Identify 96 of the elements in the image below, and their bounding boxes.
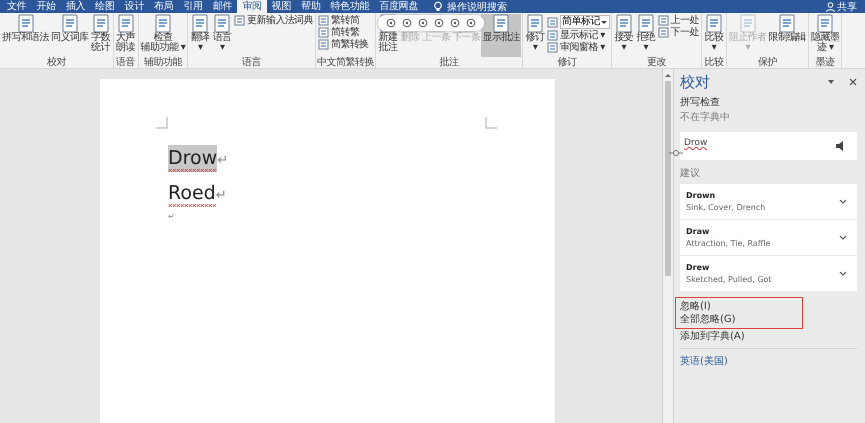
ribbon-button[interactable]: 修订 ▾	[524, 14, 546, 57]
group-label: 墨迹	[814, 57, 836, 68]
action-link[interactable]: 添加到字典(A)	[680, 331, 745, 342]
ribbon-button[interactable]: 上一处	[656, 15, 700, 26]
circle-icon	[466, 18, 476, 28]
suggestion-item[interactable]: Draw Attraction, Tie, Raffle	[680, 220, 857, 255]
group-label: 保护	[756, 57, 778, 68]
share-button[interactable]: 共享	[818, 0, 865, 14]
action-link[interactable]: 忽略(I)	[680, 301, 711, 312]
ribbon-tab[interactable]: 百度网盘	[374, 0, 424, 13]
language-link[interactable]: 英语(美国)	[680, 354, 728, 368]
pane-title: 校对	[680, 72, 711, 92]
section-title: 拼写检查	[680, 96, 721, 109]
markup-dropdown[interactable]: 简单标记	[560, 15, 610, 29]
ribbon-button[interactable]: 繁转简	[317, 15, 370, 26]
ribbon-button[interactable]: 同义词库	[50, 14, 90, 57]
ribbon-tab[interactable]: 设计	[120, 0, 150, 13]
margin-corner-icon	[156, 117, 168, 129]
document-icon	[547, 42, 558, 53]
suggestion-item[interactable]: Drew Sketched, Pulled, Got	[680, 256, 857, 291]
document-icon	[318, 39, 330, 50]
ribbon-tab[interactable]: 帮助	[296, 0, 326, 13]
ribbon-button[interactable]: 更新输入法词典	[233, 15, 314, 26]
document-icon	[738, 14, 758, 33]
ribbon-button[interactable]: 翻译 ▾	[189, 14, 212, 57]
ribbon-button[interactable]: 简繁转换	[317, 39, 370, 50]
dropdown-caret-icon	[827, 78, 835, 86]
document-icon	[547, 30, 558, 41]
ribbon-button[interactable]: 下一处	[656, 27, 700, 38]
ribbon-tab[interactable]: 开始	[31, 0, 61, 13]
ribbon-tab[interactable]: 视图	[266, 0, 296, 13]
ribbon-button[interactable]: 拼写和语法	[1, 14, 50, 57]
document-icon	[318, 27, 330, 38]
ribbon-button[interactable]: 大声 朗读	[114, 14, 137, 57]
margin-corner-icon	[485, 117, 497, 129]
group-label: 修订	[556, 57, 578, 68]
ribbon-button[interactable]: 显示批注	[481, 14, 522, 57]
document-text[interactable]: Drow	[168, 145, 218, 172]
chevron-down-icon	[839, 234, 847, 240]
ribbon-button[interactable]: 拒绝 ▾	[634, 14, 657, 57]
circle-icon	[386, 18, 396, 28]
suggestions-label: 建议	[680, 166, 701, 180]
ribbon-button[interactable]: 显示标记 ▾	[546, 30, 610, 41]
scrollbar[interactable]	[662, 69, 673, 423]
action-link[interactable]: 全部忽略(G)	[680, 314, 736, 325]
chevron-down-icon	[839, 198, 847, 204]
group-label: 语音	[115, 57, 136, 68]
ribbon-button[interactable]: 审阅窗格 ▾	[546, 42, 610, 53]
suggestion-word: Draw	[686, 227, 710, 236]
ribbon-tab[interactable]: 审阅	[237, 0, 267, 13]
ribbon-button[interactable]: 隐藏墨 迹 ▾	[810, 14, 840, 57]
ribbon-button[interactable]: 语言 ▾	[211, 14, 234, 57]
ribbon-tab[interactable]: 布局	[149, 0, 178, 13]
paragraph-mark: ↵	[216, 188, 227, 205]
suggestion-item[interactable]: Drown Sink, Cover, Drench	[680, 184, 857, 219]
circle-icon	[402, 18, 412, 28]
tell-me-search[interactable]: 操作说明搜索	[447, 0, 508, 14]
ribbon-tab[interactable]: 特色功能	[325, 0, 374, 13]
circle-icon	[418, 18, 428, 28]
group-label: 辅助功能	[142, 57, 184, 68]
scroll-thumb[interactable]	[665, 81, 671, 276]
ribbon-tab[interactable]: 引用	[178, 0, 208, 13]
synonyms-text: Sink, Cover, Drench	[686, 203, 766, 212]
chevron-down-icon	[839, 270, 847, 276]
paragraph-mark: ↵	[168, 212, 175, 221]
suggestion-word: Drown	[686, 191, 716, 200]
scroll-up-icon	[664, 71, 672, 79]
ribbon-button[interactable]: 接受 ▾	[612, 14, 635, 57]
ribbon-tab[interactable]: 插入	[60, 0, 90, 13]
paragraph-mark: ↵	[217, 153, 228, 170]
ribbon-button[interactable]: 限制编辑	[767, 14, 808, 57]
misspelled-word: Drow	[684, 138, 708, 148]
synonyms-text: Attraction, Tie, Raffle	[686, 239, 770, 248]
synonyms-text: Sketched, Pulled, Got	[686, 275, 772, 284]
suggestion-word: Drew	[686, 263, 710, 272]
group-label: 语言	[241, 57, 262, 68]
lightbulb-icon	[433, 0, 444, 12]
document-icon	[658, 27, 669, 38]
document-icon	[547, 16, 558, 28]
close-icon	[849, 78, 857, 86]
circle-icon	[450, 18, 460, 28]
group-label: 校对	[46, 57, 67, 68]
resize-handle-icon	[669, 149, 683, 157]
group-label: 比较	[703, 57, 724, 68]
ribbon-button[interactable]: 字数 统计	[90, 14, 112, 57]
ribbon-tab[interactable]: 邮件	[208, 0, 238, 13]
ribbon-button[interactable]: 比较 ▾	[702, 14, 725, 57]
circle-icon	[434, 18, 444, 28]
group-label: 批注	[438, 57, 460, 68]
group-label: 更改	[646, 57, 667, 68]
ribbon-tab[interactable]: 绘图	[90, 0, 120, 13]
ribbon-button[interactable]: 检查 辅助功能 ▾	[140, 14, 186, 57]
status-text: 不在字典中	[680, 110, 731, 124]
ribbon-button[interactable]: 简转繁	[317, 27, 370, 38]
ribbon-tab[interactable]: 文件	[2, 0, 32, 13]
group-label: 中文简繁转换	[317, 57, 374, 68]
